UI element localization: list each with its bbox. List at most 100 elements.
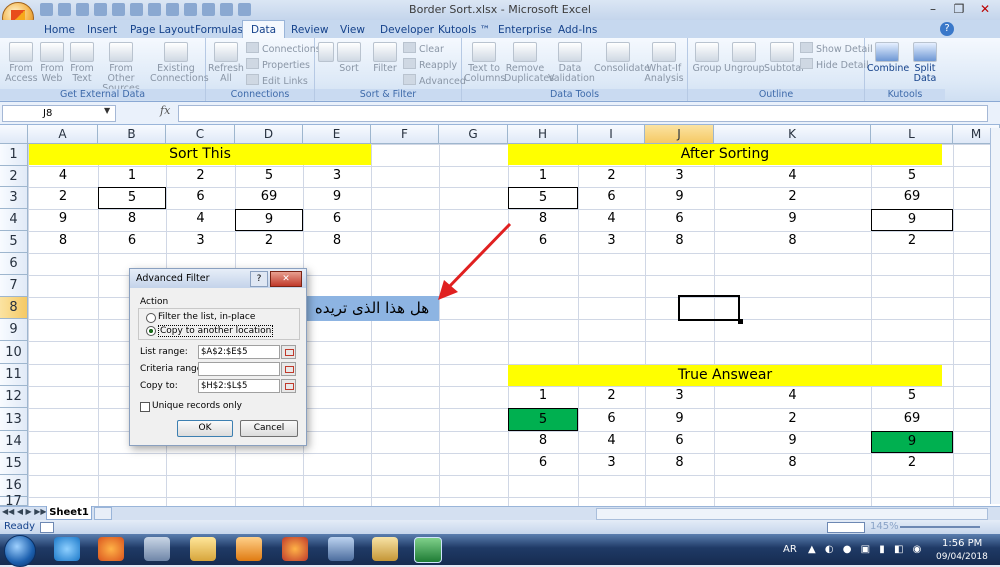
sort-this-cell[interactable]: 3 [166, 231, 235, 253]
row-header-17[interactable]: 17 [0, 495, 28, 508]
sort-this-cell[interactable]: 8 [303, 231, 371, 253]
after-sorting-cell[interactable]: 4 [578, 209, 645, 231]
column-header-c[interactable]: C [166, 125, 235, 144]
minimize-icon[interactable]: – [920, 0, 946, 18]
tab-data[interactable]: Data [242, 20, 286, 39]
basketball-app-icon[interactable] [98, 537, 124, 561]
sort-this-cell[interactable]: 6 [166, 187, 235, 209]
consolidate-button[interactable]: Consolidate [594, 42, 650, 74]
column-header-b[interactable]: B [98, 125, 166, 144]
undo-icon[interactable] [58, 3, 71, 16]
unique-records-checkbox[interactable] [140, 402, 150, 412]
after-sorting-cell[interactable]: 3 [578, 231, 645, 253]
after-sorting-cell[interactable]: 9 [714, 209, 871, 231]
remove-duplicates-button[interactable]: Remove Duplicates [504, 42, 554, 84]
after-sorting-cell[interactable]: 1 [508, 166, 578, 187]
text-to-columns-button[interactable]: Text to Columns [464, 42, 505, 84]
row-header-6[interactable]: 6 [0, 253, 28, 275]
combine-button[interactable]: Combine [867, 42, 909, 74]
split-data-button[interactable]: Split Data [907, 42, 943, 84]
after-sorting-cell[interactable]: 6 [578, 187, 645, 209]
true-answer-cell[interactable]: 8 [714, 453, 871, 475]
true-answer-cell[interactable]: 4 [578, 431, 645, 453]
collapse-dialog-icon[interactable] [281, 379, 296, 393]
close-icon[interactable]: ✕ [972, 0, 998, 18]
row-header-3[interactable]: 3 [0, 187, 28, 209]
sort-this-cell[interactable]: 1 [98, 166, 166, 187]
sort-button[interactable]: Sort [337, 42, 361, 74]
internet-explorer-icon[interactable] [54, 537, 80, 561]
from-other-sources-button[interactable]: From Other Sources [97, 42, 145, 94]
column-header-e[interactable]: E [303, 125, 371, 144]
vertical-scrollbar[interactable] [990, 128, 1000, 504]
name-box[interactable]: J8 [2, 105, 116, 122]
start-button[interactable] [4, 535, 36, 567]
properties-button[interactable]: Properties [246, 58, 310, 71]
advanced-button[interactable]: Advanced [403, 74, 466, 87]
firefox-icon[interactable] [282, 537, 308, 561]
true-answer-cell[interactable]: 8 [645, 453, 714, 475]
view-buttons[interactable] [827, 522, 865, 533]
from-access-button[interactable]: From Access [5, 42, 38, 84]
true-answer-cell[interactable]: 8 [508, 431, 578, 453]
after-sorting-cell[interactable]: 3 [645, 166, 714, 187]
row-header-13[interactable]: 13 [0, 408, 28, 431]
insert-function-icon[interactable]: fx [160, 104, 176, 120]
save-icon[interactable] [40, 3, 53, 16]
sort-this-cell[interactable]: 8 [28, 231, 98, 253]
true-answer-cell[interactable]: 2 [578, 386, 645, 408]
mail-app-icon[interactable] [372, 537, 398, 561]
from-web-button[interactable]: From Web [37, 42, 67, 84]
zoom-level[interactable]: 145% [870, 521, 899, 532]
quick-access-icon[interactable] [184, 3, 197, 16]
quick-access-icon[interactable] [112, 3, 125, 16]
row-header-7[interactable]: 7 [0, 275, 28, 297]
sort-this-cell[interactable]: 6 [98, 231, 166, 253]
after-sorting-cell[interactable]: 9 [645, 187, 714, 209]
sort-this-cell[interactable]: 4 [166, 209, 235, 231]
true-answer-cell[interactable]: 69 [871, 408, 953, 431]
tab-insert[interactable]: Insert [79, 22, 125, 38]
column-header-l[interactable]: L [871, 125, 953, 144]
row-header-15[interactable]: 15 [0, 453, 28, 475]
sort-az-icon[interactable] [317, 42, 335, 64]
true-answer-cell[interactable]: 4 [714, 386, 871, 408]
help-icon[interactable]: ? [940, 22, 954, 36]
row-header-10[interactable]: 10 [0, 341, 28, 364]
sort-this-cell[interactable]: 2 [28, 187, 98, 209]
copy-to-input[interactable]: $H$2:$L$5 [198, 379, 280, 393]
existing-connections-button[interactable]: Existing Connections [150, 42, 209, 84]
file-explorer-icon[interactable] [190, 537, 216, 561]
column-header-f[interactable]: F [371, 125, 439, 144]
window-app-icon[interactable] [328, 537, 354, 561]
row-header-14[interactable]: 14 [0, 431, 28, 453]
sort-this-cell[interactable]: 8 [98, 209, 166, 231]
group-button[interactable]: Group [690, 42, 724, 74]
true-answer-cell[interactable]: 5 [871, 386, 953, 408]
reapply-button[interactable]: Reapply [403, 58, 457, 71]
redo-icon[interactable] [76, 3, 89, 16]
sort-this-cell[interactable]: 6 [303, 209, 371, 231]
true-answer-cell[interactable]: 5 [508, 408, 578, 431]
select-all-corner[interactable] [0, 125, 28, 144]
horizontal-scrollbar[interactable] [596, 508, 988, 520]
cancel-button[interactable]: Cancel [240, 420, 298, 437]
network-app-icon[interactable] [144, 537, 170, 561]
column-header-k[interactable]: K [714, 125, 871, 144]
true-answer-cell[interactable]: 6 [508, 453, 578, 475]
sort-this-cell[interactable]: 2 [166, 166, 235, 187]
quick-access-icon[interactable] [148, 3, 161, 16]
row-header-11[interactable]: 11 [0, 364, 28, 386]
media-player-icon[interactable] [236, 537, 262, 561]
edit-links-button[interactable]: Edit Links [246, 74, 308, 87]
quick-access-icon[interactable] [202, 3, 215, 16]
quick-access-icon[interactable] [238, 3, 251, 16]
dialog-close-button[interactable]: ✕ [270, 271, 302, 287]
sort-this-cell[interactable]: 69 [235, 187, 303, 209]
name-box-dropdown-icon[interactable]: ▼ [104, 106, 110, 115]
column-header-g[interactable]: G [439, 125, 508, 144]
true-answer-cell[interactable]: 6 [645, 431, 714, 453]
true-answer-cell[interactable]: 9 [645, 408, 714, 431]
sort-this-cell[interactable]: 9 [235, 209, 303, 231]
true-answer-cell[interactable]: 2 [714, 408, 871, 431]
